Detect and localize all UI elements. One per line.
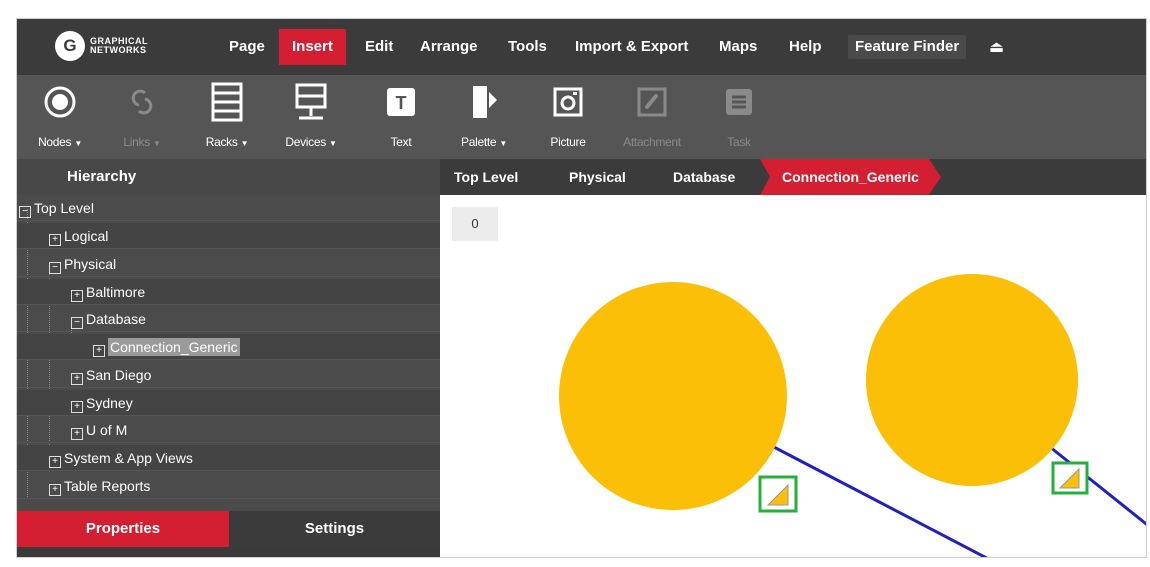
palette-icon — [449, 81, 519, 123]
nodes-label: Nodes — [38, 135, 72, 149]
picture-icon — [533, 81, 603, 123]
links-icon — [107, 81, 177, 123]
tree-item-table-reports[interactable]: + Table Reports — [17, 473, 440, 499]
picture-button[interactable]: Picture — [533, 81, 603, 149]
links-label: Links — [123, 135, 150, 149]
tree-item-connection-generic[interactable]: + Connection_Generic — [17, 334, 440, 360]
chevron-down-icon: ▼ — [152, 139, 161, 148]
tree-item-label: Physical — [64, 256, 117, 272]
sidebar-tabs: Properties Settings — [17, 511, 440, 549]
devices-label: Devices — [285, 135, 326, 149]
chevron-down-icon: ▼ — [499, 139, 507, 148]
tree-item-label: Sydney — [86, 395, 133, 411]
chevron-down-icon: ▼ — [240, 139, 249, 148]
tree-item-u-of-m[interactable]: + U of M — [17, 417, 440, 443]
tree-item-label: Table Reports — [64, 478, 151, 494]
attachment-button[interactable]: Attachment — [617, 81, 687, 149]
node-circle[interactable] — [866, 274, 1078, 486]
text-button[interactable]: T Text — [366, 81, 436, 149]
tree-item-label: U of M — [86, 422, 128, 438]
nodes-icon — [25, 81, 95, 123]
chevron-down-icon: ▼ — [329, 139, 337, 148]
link-handle[interactable] — [1051, 461, 1089, 495]
menu-maps[interactable]: Maps — [713, 35, 763, 59]
eject-icon[interactable]: ⏏ — [989, 37, 1004, 57]
tree-item-label: System & App Views — [64, 450, 193, 466]
text-label: Text — [390, 135, 412, 149]
collapse-icon[interactable]: − — [71, 317, 83, 329]
task-button[interactable]: Task — [704, 81, 774, 149]
logo-mark: G — [55, 31, 85, 61]
app-window: G GRAPHICAL NETWORKS Page Insert Edit Ar… — [16, 18, 1147, 558]
menu-tools[interactable]: Tools — [502, 35, 553, 59]
menu-help[interactable]: Help — [783, 35, 828, 59]
link-handle[interactable] — [758, 475, 798, 513]
logo-text-line2: NETWORKS — [90, 45, 147, 55]
menu-insert[interactable]: Insert — [279, 29, 346, 65]
tree-item-database[interactable]: − Database — [17, 306, 440, 332]
tree-item-logical[interactable]: + Logical — [17, 223, 440, 249]
menu-page[interactable]: Page — [223, 35, 271, 59]
racks-button[interactable]: Racks ▼ — [192, 81, 262, 149]
tree-item-baltimore[interactable]: + Baltimore — [17, 279, 440, 305]
tree-item-label: San Diego — [86, 367, 152, 383]
expand-icon[interactable]: + — [71, 428, 83, 440]
menubar: G GRAPHICAL NETWORKS Page Insert Edit Ar… — [17, 19, 1146, 75]
tab-settings[interactable]: Settings — [229, 511, 440, 547]
breadcrumb-connection-generic[interactable]: Connection_Generic — [760, 159, 941, 195]
tree-item-label-selected: Connection_Generic — [108, 338, 240, 356]
expand-icon[interactable]: + — [71, 290, 83, 302]
attachment-label: Attachment — [623, 135, 681, 149]
tree-item-physical[interactable]: − Physical — [17, 251, 440, 277]
tree-item-label: Database — [86, 311, 146, 327]
breadcrumb-database[interactable]: Database — [673, 159, 735, 195]
racks-icon — [192, 81, 262, 123]
collapse-icon[interactable]: − — [49, 262, 61, 274]
svg-text:T: T — [396, 93, 407, 113]
task-label: Task — [727, 135, 751, 149]
tree-item-top-level[interactable]: − Top Level — [17, 195, 440, 221]
text-icon: T — [366, 81, 436, 123]
tree-item-label: Baltimore — [86, 284, 146, 300]
menu-edit[interactable]: Edit — [359, 35, 399, 59]
hierarchy-header: Hierarchy — [17, 159, 440, 195]
expand-icon[interactable]: + — [93, 345, 105, 357]
tab-properties[interactable]: Properties — [17, 511, 229, 547]
breadcrumb-physical[interactable]: Physical — [569, 159, 626, 195]
logo-text: GRAPHICAL NETWORKS — [90, 37, 148, 55]
task-icon — [704, 81, 774, 123]
hierarchy-tree: − Top Level + Logical − Physical + Baltimore… — [17, 195, 440, 511]
devices-icon — [276, 81, 346, 123]
nodes-button[interactable]: Nodes ▼ — [25, 81, 95, 149]
tree-item-label: Logical — [64, 228, 109, 244]
diagram-svg — [559, 274, 1146, 557]
attachment-icon — [617, 81, 687, 123]
diagram-canvas[interactable]: 0 — [440, 195, 1146, 557]
links-button[interactable]: Links ▼ — [107, 81, 177, 149]
devices-button[interactable]: Devices ▼ — [276, 81, 346, 149]
expand-icon[interactable]: + — [71, 401, 83, 413]
racks-label: Racks — [205, 135, 238, 149]
tree-item-label: Top Level — [34, 200, 94, 216]
tree-item-system-app-views[interactable]: + System & App Views — [17, 445, 440, 471]
feature-finder-button[interactable]: Feature Finder — [848, 35, 967, 59]
picture-label: Picture — [550, 135, 586, 149]
menu-import-export[interactable]: Import & Export — [569, 35, 694, 59]
palette-label: Palette — [461, 135, 497, 149]
tree-item-sydney[interactable]: + Sydney — [17, 390, 440, 416]
menu-arrange[interactable]: Arrange — [414, 35, 484, 59]
expand-icon[interactable]: + — [49, 456, 61, 468]
node-circle[interactable] — [559, 282, 787, 510]
palette-button[interactable]: Palette ▼ — [449, 81, 519, 149]
chevron-down-icon: ▼ — [74, 139, 82, 148]
breadcrumb-top-level[interactable]: Top Level — [454, 159, 518, 195]
ribbon-toolbar: Nodes ▼ Links ▼ Racks ▼ Devices ▼ T Text… — [17, 75, 1146, 159]
collapse-icon[interactable]: − — [19, 206, 31, 218]
expand-icon[interactable]: + — [49, 234, 61, 246]
tree-item-san-diego[interactable]: + San Diego — [17, 362, 440, 388]
expand-icon[interactable]: + — [49, 484, 61, 496]
breadcrumb: Top Level Physical Database Connection_G… — [440, 159, 1146, 195]
logo: G GRAPHICAL NETWORKS — [55, 31, 148, 61]
expand-icon[interactable]: + — [71, 373, 83, 385]
